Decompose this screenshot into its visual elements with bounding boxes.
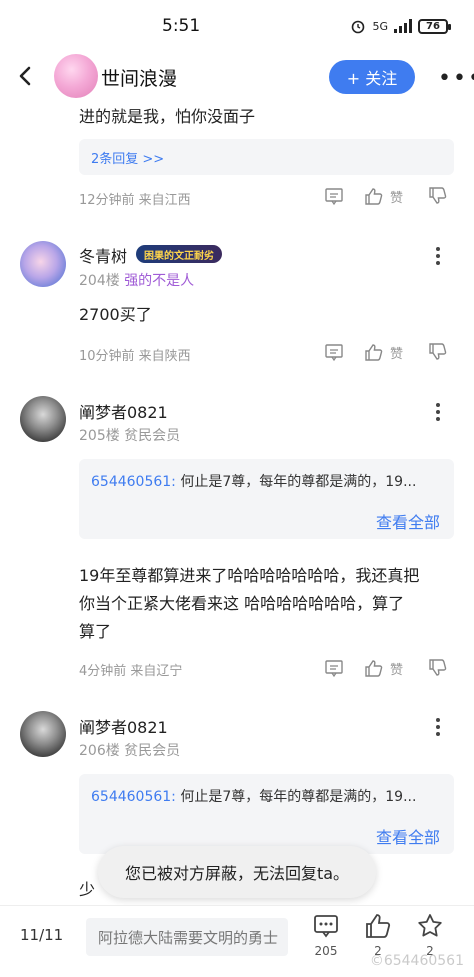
author-avatar[interactable] xyxy=(54,54,98,98)
thumbs-up-icon xyxy=(365,660,383,677)
thumbs-down-icon xyxy=(429,343,447,360)
quoted-reply[interactable]: 654460561: 何止是7尊，每年的尊都是满的，19... 查看全部 xyxy=(79,774,454,854)
like-button[interactable]: 赞 xyxy=(364,342,403,362)
comment-menu-icon[interactable] xyxy=(435,247,441,268)
comment-meta: 4分钟前 来自辽宁 xyxy=(79,664,183,679)
floor-label: 206楼 贫民会员 xyxy=(79,743,181,759)
comment-meta: 10分钟前 来自陕西 xyxy=(79,349,191,364)
blocked-toast: 您已被对方屏蔽，无法回复ta。 xyxy=(98,846,376,898)
comment-actions: 赞 xyxy=(324,342,464,366)
comments-button[interactable] xyxy=(306,912,346,944)
like-label: 赞 xyxy=(390,346,404,362)
user-avatar[interactable] xyxy=(20,241,66,287)
reply-button[interactable] xyxy=(324,658,344,678)
page-indicator[interactable]: 11/11 xyxy=(20,926,63,944)
quoted-text: 何止是7尊，每年的尊都是满的，19... xyxy=(180,789,417,805)
floor-label: 204楼 强的不是人 xyxy=(79,270,194,290)
post-header: 世间浪漫 + 关注 ••• xyxy=(0,52,474,102)
replies-box[interactable]: 2条回复 >> xyxy=(79,139,454,175)
like-label: 赞 xyxy=(390,190,404,206)
like-post-button[interactable] xyxy=(358,912,398,944)
quoted-reply[interactable]: 654460561: 何止是7尊，每年的尊都是满的，19... 查看全部 xyxy=(79,459,454,539)
reply-button[interactable] xyxy=(324,342,344,362)
floor-number: 204楼 xyxy=(79,273,120,289)
user-title: 强的不是人 xyxy=(124,273,195,289)
thumbs-up-icon xyxy=(365,188,383,205)
user-name[interactable]: 阐梦者0821 xyxy=(79,714,168,738)
comment-actions: 赞 xyxy=(324,658,464,682)
floor-label: 205楼 贫民会员 xyxy=(79,428,181,444)
status-icons: 5G 76 xyxy=(350,18,451,34)
user-name[interactable]: 冬青树 xyxy=(79,243,127,267)
comment-meta: 12分钟前 来自江西 xyxy=(79,193,191,208)
user-avatar[interactable] xyxy=(20,396,66,442)
dislike-button[interactable] xyxy=(428,186,448,206)
comment-icon xyxy=(314,915,338,938)
dislike-button[interactable] xyxy=(428,342,448,362)
comment-icon xyxy=(325,660,343,678)
author-name[interactable]: 世间浪漫 xyxy=(101,64,177,91)
thumbs-down-icon xyxy=(429,659,447,676)
comment-text-line: 算了 xyxy=(79,622,112,641)
comment-menu-icon[interactable] xyxy=(435,718,441,739)
watermark: ©654460561 xyxy=(369,953,464,969)
reply-input[interactable]: 阿拉德大陆需要文明的勇士 xyxy=(86,918,288,956)
status-bar: 5:51 5G 76 xyxy=(0,0,474,52)
comment-text: 2700买了 xyxy=(79,305,152,324)
bottom-bar: 11/11 阿拉德大陆需要文明的勇士 205 2 2 ©654460561 xyxy=(0,905,474,977)
comment-menu-icon[interactable] xyxy=(435,403,441,424)
like-label: 赞 xyxy=(390,662,404,678)
signal-icon xyxy=(394,19,412,33)
user-avatar[interactable] xyxy=(20,711,66,757)
quoted-user[interactable]: 654460561: xyxy=(91,474,176,490)
quoted-line: 654460561: 何止是7尊，每年的尊都是满的，19... xyxy=(91,786,416,806)
quoted-text: 何止是7尊，每年的尊都是满的，19... xyxy=(180,474,417,490)
comment-text: 少 xyxy=(79,880,96,899)
like-button[interactable]: 赞 xyxy=(364,658,403,678)
user-name[interactable]: 阐梦者0821 xyxy=(79,399,168,423)
comment-icon xyxy=(325,344,343,362)
comment-text: 进的就是我，怕你没面子 xyxy=(79,107,256,126)
dislike-button[interactable] xyxy=(428,658,448,678)
see-all-link[interactable]: 查看全部 xyxy=(376,824,440,848)
thumbs-up-icon xyxy=(366,914,391,938)
network-label: 5G xyxy=(372,19,388,33)
back-icon[interactable] xyxy=(14,62,38,90)
battery-icon: 76 xyxy=(418,18,451,34)
quoted-user[interactable]: 654460561: xyxy=(91,789,176,805)
like-button[interactable]: 赞 xyxy=(364,186,403,206)
comment-actions: 赞 xyxy=(324,186,464,210)
replies-link[interactable]: 2条回复 >> xyxy=(91,148,164,167)
alarm-icon xyxy=(352,20,365,34)
user-badge: 困果的文正耐劣 xyxy=(136,245,222,263)
quoted-line: 654460561: 何止是7尊，每年的尊都是满的，19... xyxy=(91,471,416,491)
star-icon xyxy=(418,914,442,937)
favorite-button[interactable] xyxy=(410,912,450,944)
follow-button[interactable]: + 关注 xyxy=(329,60,415,94)
more-options-icon[interactable]: ••• xyxy=(438,66,474,91)
see-all-link[interactable]: 查看全部 xyxy=(376,509,440,533)
thumbs-down-icon xyxy=(429,187,447,204)
status-time: 5:51 xyxy=(162,16,201,36)
reply-button[interactable] xyxy=(324,186,344,206)
comment-count: 205 xyxy=(314,944,338,958)
comment-icon xyxy=(325,188,343,206)
comment-text-line: 你当个正紧大佬看来这 哈哈哈哈哈哈哈，算了 xyxy=(79,594,405,613)
thumbs-up-icon xyxy=(365,344,383,361)
